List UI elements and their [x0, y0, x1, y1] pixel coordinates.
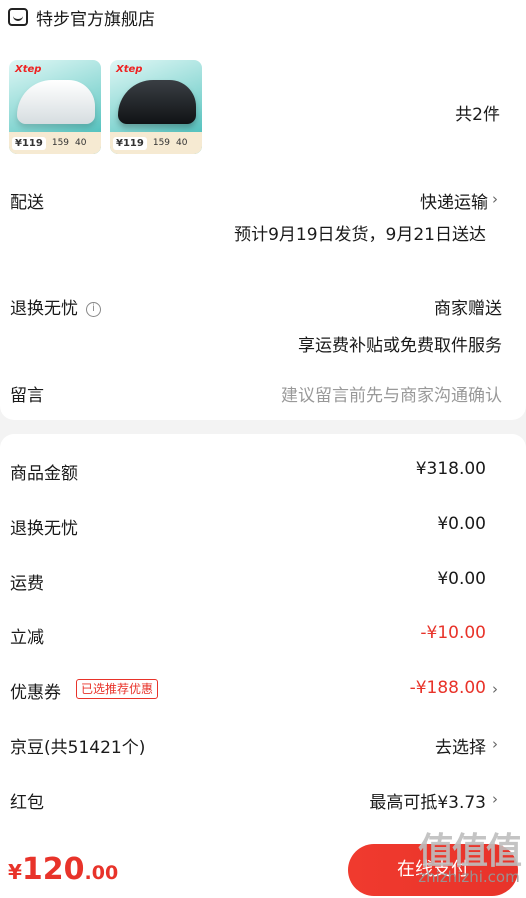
price-small: 40 [176, 138, 188, 148]
store-header[interactable]: 特步官方旗舰店 [8, 5, 155, 30]
shipping-fee-value: ¥0.00 [437, 569, 486, 589]
chevron-right-icon[interactable]: › [492, 102, 498, 120]
coupon-label: 优惠券 [10, 683, 61, 703]
store-icon [8, 8, 28, 26]
returns-fee-value: ¥0.00 [437, 514, 486, 534]
goods-amount-value: ¥318.00 [415, 459, 486, 479]
jingdou-label: 京豆(共51421个) [10, 738, 146, 758]
delivery-estimate: 预计9月19日发货，9月21日送达 [234, 225, 486, 245]
shoe-image [118, 80, 196, 124]
chevron-right-icon[interactable]: › [492, 680, 498, 698]
price-small: 159 [152, 138, 171, 148]
message-input[interactable]: 建议留言前先与商家沟通确认 [281, 381, 502, 406]
currency-symbol: ¥ [8, 860, 22, 884]
chevron-right-icon[interactable]: › [492, 790, 498, 808]
chevron-right-icon[interactable]: › [492, 190, 498, 208]
brand-logo: Xtep [15, 64, 42, 75]
product-thumbnail-black-shoe[interactable]: Xtep ¥119 159 40 [110, 60, 202, 154]
discount-value: -¥10.00 [420, 623, 486, 643]
shipping-fee-label: 运费 [10, 574, 44, 594]
total-decimal: .00 [84, 862, 119, 884]
total-integer: 120 [21, 852, 85, 887]
watermark-logo: 值值值 [417, 831, 522, 872]
coupon-recommended-badge: 已选推荐优惠 [76, 679, 159, 699]
goods-amount-label: 商品金额 [10, 464, 78, 484]
price-strip: ¥119 159 40 [110, 132, 202, 154]
info-icon[interactable]: i [86, 301, 101, 317]
brand-logo: Xtep [116, 64, 143, 75]
returns-value: 商家赠送 [434, 299, 502, 319]
price-small: 159 [51, 138, 70, 148]
shoe-image [17, 80, 95, 124]
price-tag: ¥119 [113, 136, 147, 150]
chevron-right-icon[interactable]: › [492, 735, 498, 753]
delivery-label: 配送 [10, 193, 44, 213]
returns-label-text: 退换无忧 [10, 299, 78, 319]
returns-fee-label: 退换无忧 [10, 519, 78, 539]
message-label: 留言 [10, 386, 44, 406]
delivery-method[interactable]: 快递运输 [420, 188, 488, 213]
coupon-value[interactable]: -¥188.00 [410, 678, 486, 698]
discount-label: 立减 [10, 628, 44, 648]
price-strip: ¥119 159 40 [9, 132, 101, 154]
price-tag: ¥119 [12, 136, 46, 150]
redpacket-label: 红包 [10, 793, 44, 813]
store-name: 特步官方旗舰店 [36, 9, 155, 30]
returns-subtext: 享运费补贴或免费取件服务 [298, 336, 502, 356]
redpacket-value[interactable]: 最高可抵¥3.73 [369, 788, 486, 813]
watermark-url: zhizhizhi.com [418, 868, 520, 886]
total-price: ¥120.00 [8, 852, 118, 887]
jingdou-select[interactable]: 去选择 [435, 733, 486, 758]
watermark: 值值值 zhizhizhi.com [417, 822, 522, 886]
product-thumbnail-white-shoe[interactable]: Xtep ¥119 159 40 [9, 60, 101, 154]
returns-label: 退换无忧 i [10, 294, 101, 319]
price-small: 40 [75, 138, 87, 148]
